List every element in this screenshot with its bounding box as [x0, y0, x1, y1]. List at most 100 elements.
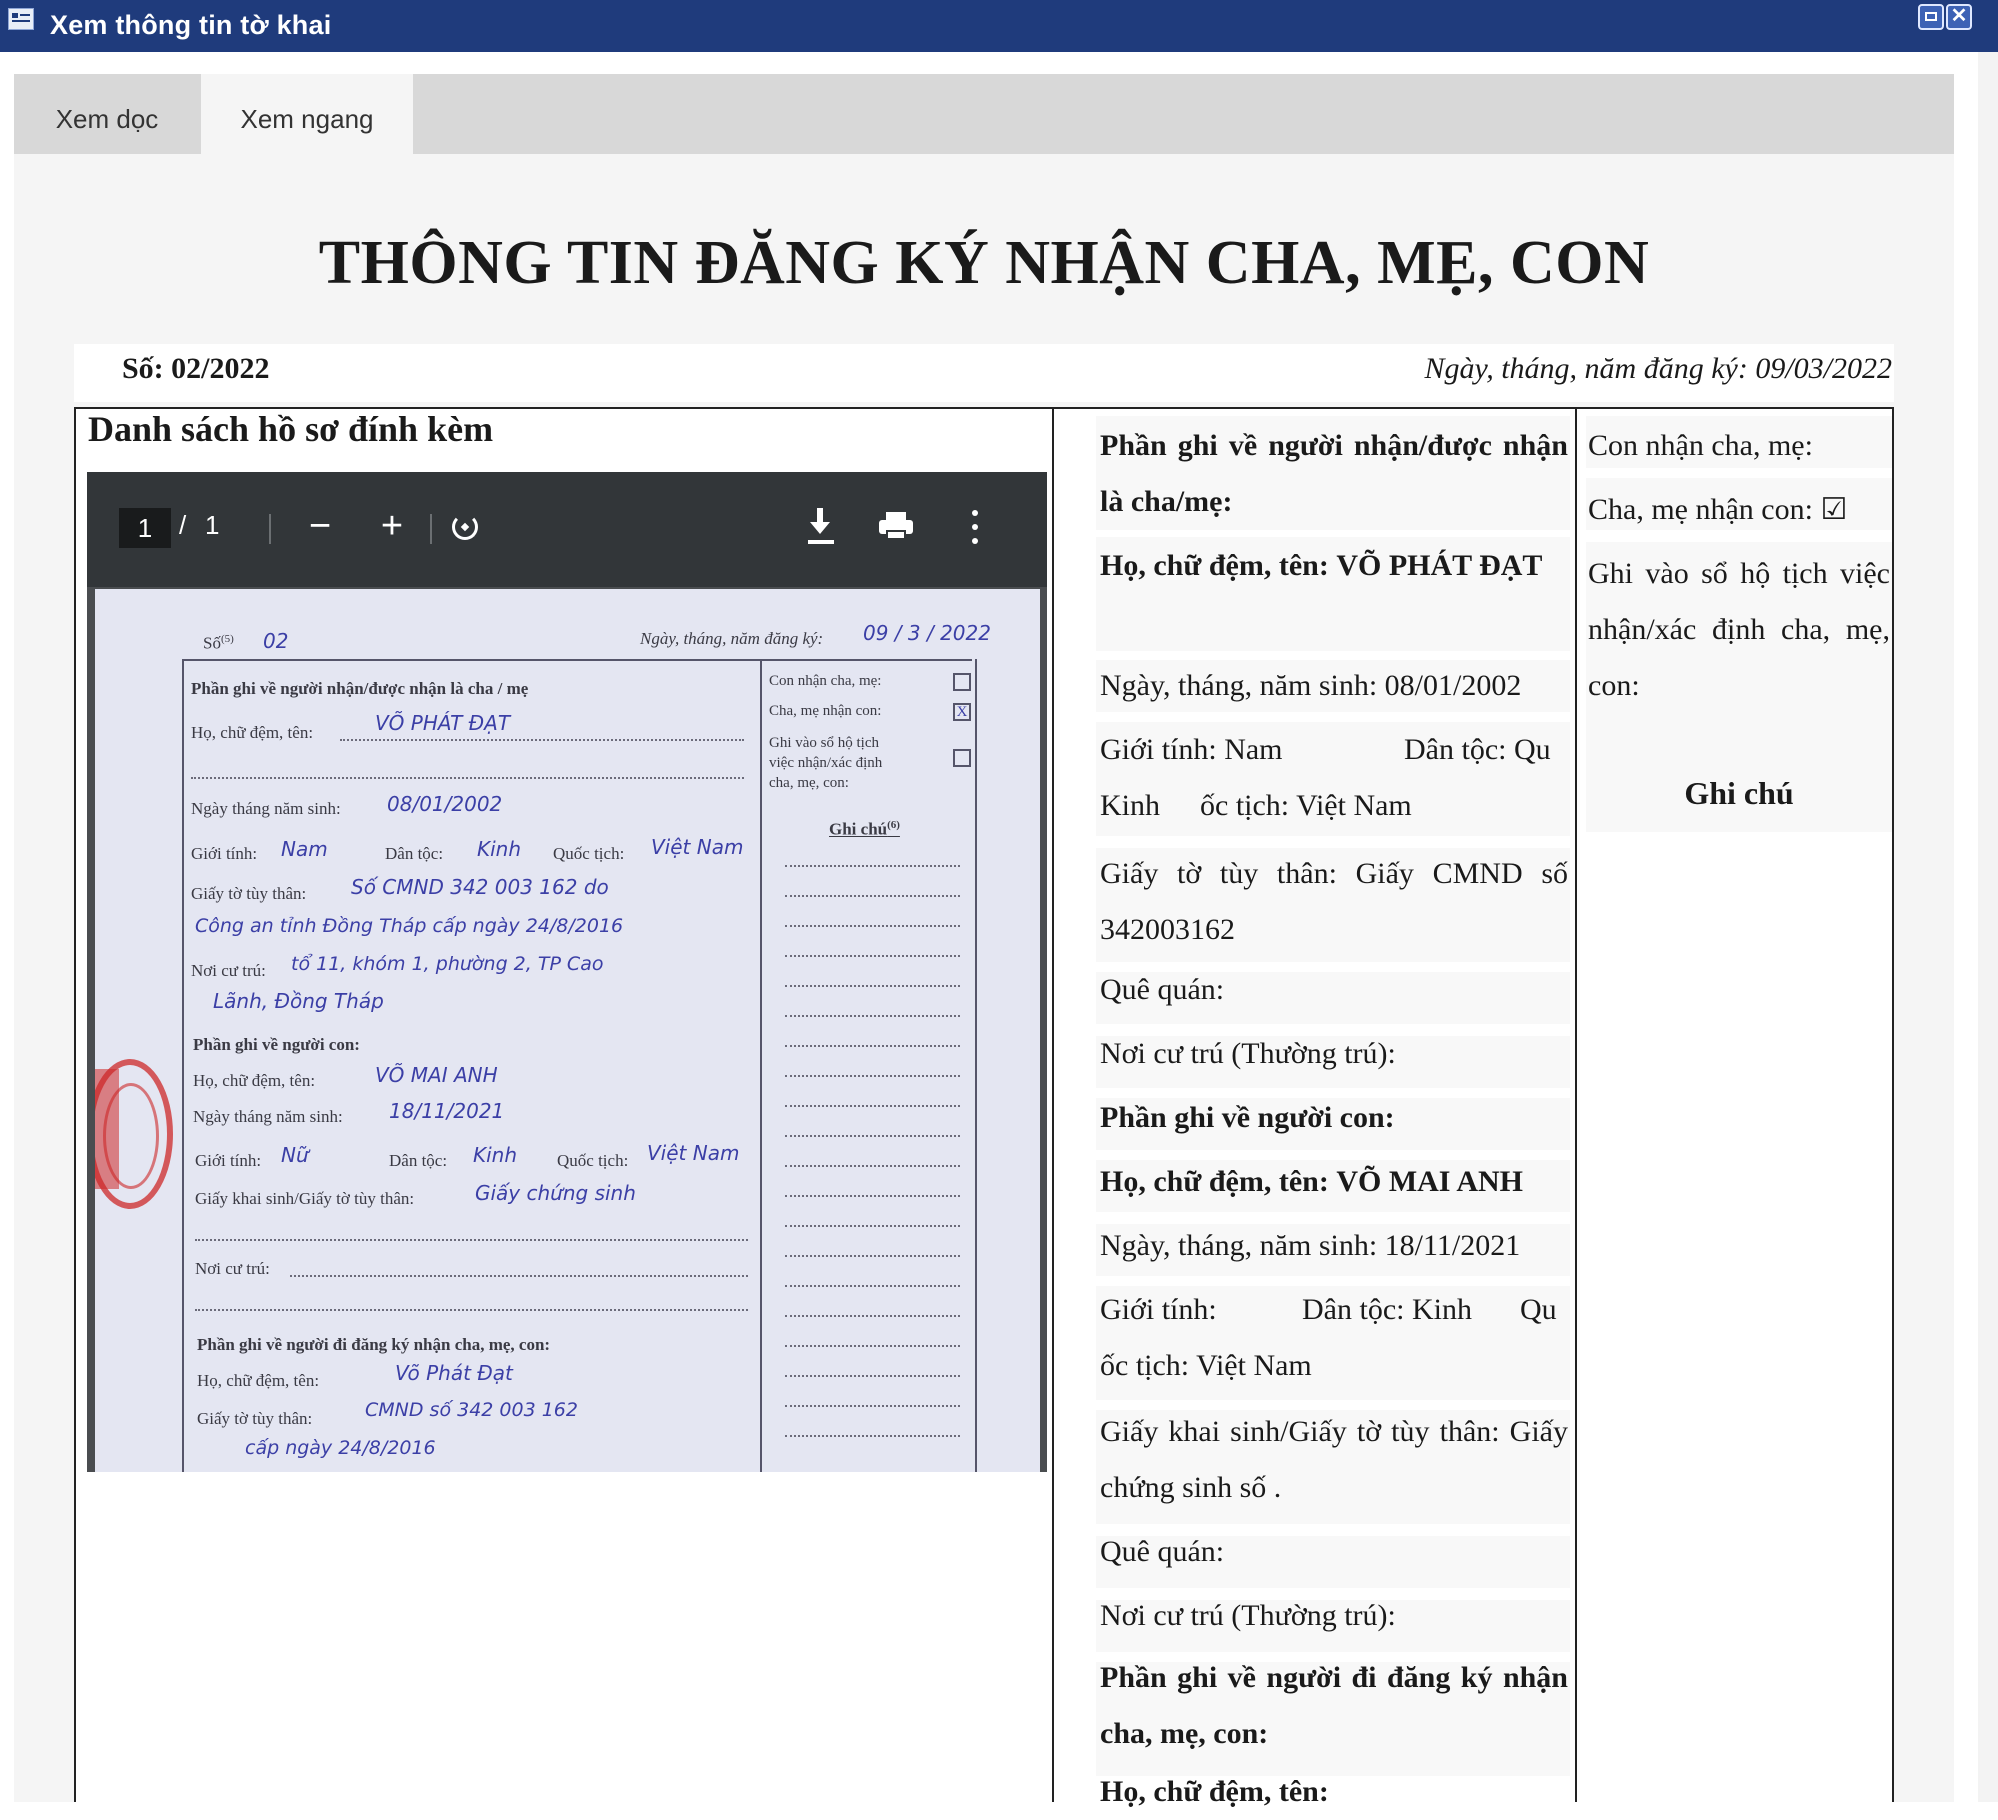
tab-xem-ngang[interactable]: Xem ngang: [201, 74, 413, 154]
parent-birthdate: Ngày, tháng, năm sinh: 08/01/2002: [1100, 669, 1522, 702]
scan-dotted-line: [785, 865, 960, 867]
child-gender-ethnicity: Giới tính: Dân tộc: Kinh Qu ốc tịch: Việt N…: [1100, 1282, 1568, 1394]
app-form-icon: [8, 8, 34, 30]
scan-ghi-chu-text: Ghi chú: [829, 819, 888, 839]
scan-handwriting: tổ 11, khóm 1, phường 2, TP Cao: [291, 953, 604, 975]
download-icon[interactable]: [805, 508, 835, 546]
document-title: THÔNG TIN ĐĂNG KÝ NHẬN CHA, MẸ, CON: [318, 229, 1650, 297]
red-stamp-edge: [95, 1069, 119, 1189]
scan-label: Giới tính:: [191, 844, 258, 863]
child-nationality: ốc tịch: Việt Nam: [1100, 1349, 1312, 1382]
window-scrollbar[interactable]: [1978, 52, 1998, 1802]
scan-handwriting: Việt Nam: [651, 835, 744, 859]
scan-dotted-line: [785, 985, 960, 987]
scan-handwriting: VÕ MAI ANH: [375, 1063, 498, 1087]
parent-nationality: ốc tịch: Việt Nam: [1200, 789, 1412, 822]
parent-name-value: VÕ PHÁT ĐẠT: [1336, 549, 1543, 582]
view-tabs: Xem dọc Xem ngang: [14, 74, 1954, 154]
registrant-name-label: Họ, chữ đệm, tên:: [1100, 1775, 1329, 1808]
registrant-section-heading: Phần ghi về người đi đăng ký nhận cha, m…: [1100, 1661, 1568, 1750]
child-gender: Giới tính:: [1100, 1293, 1217, 1326]
scan-label: Dân tộc:: [385, 844, 444, 863]
scan-label: Giấy tờ tùy thân:: [197, 1409, 313, 1428]
registration-number: Số: 02/2022: [122, 352, 270, 385]
scan-section-registrant: Phần ghi về người đi đăng ký nhận cha, m…: [197, 1335, 551, 1354]
scan-right-label: cha, mẹ, con:: [769, 775, 849, 791]
scan-handwriting: Giấy chứng sinh: [475, 1181, 636, 1205]
scan-label: Quốc tịch:: [553, 844, 625, 863]
scan-dotted-line: [785, 1225, 960, 1227]
child-section-heading: Phần ghi về người con:: [1100, 1101, 1395, 1134]
scan-right-label: Con nhận cha, mẹ:: [769, 673, 882, 689]
scan-frame-line: [975, 659, 977, 1472]
scan-date-label: Ngày, tháng, năm đăng ký:: [640, 629, 824, 648]
scan-label: Nơi cư trú:: [195, 1259, 270, 1278]
scan-right-label: việc nhận/xác định: [769, 755, 883, 771]
parent-gender-ethnicity: Giới tính: Nam Dân tộc: Qu Kinh ốc tịch: Vi…: [1100, 722, 1568, 834]
scan-label: Giới tính:: [195, 1151, 262, 1170]
scan-handwriting: Công an tỉnh Đồng Tháp cấp ngày 24/8/201…: [195, 915, 624, 937]
zoom-out-icon[interactable]: −: [300, 500, 340, 552]
scan-label: Giấy tờ tùy thân:: [191, 884, 307, 903]
scan-dotted-line: [785, 1285, 960, 1287]
scan-checkbox-checked: X: [953, 703, 971, 721]
close-icon[interactable]: ✕: [1946, 4, 1972, 30]
child-name: Họ, chữ đệm, tên: VÕ MAI ANH: [1100, 1154, 1568, 1210]
print-icon[interactable]: [879, 512, 913, 540]
scan-right-label: Cha, mẹ nhận con:: [769, 703, 882, 719]
child-birth-certificate: Giấy khai sinh/Giấy tờ tùy thân: Giấy ch…: [1100, 1415, 1568, 1504]
zoom-in-icon[interactable]: +: [372, 500, 412, 552]
scan-ghi-chu-sup: (6): [887, 819, 900, 831]
scan-section-parent: Phần ghi về người nhận/được nhận là cha …: [191, 679, 529, 698]
page-number-input[interactable]: 1: [119, 508, 171, 548]
scan-frame-line: [182, 659, 184, 1472]
scan-handwriting: 08/01/2002: [387, 792, 503, 816]
parent-recognizes-child: Cha, mẹ nhận con: ☑: [1588, 493, 1848, 526]
scan-dotted-line: [785, 955, 960, 957]
scan-dotted-line: [195, 1239, 748, 1241]
scan-handwriting: VÕ PHÁT ĐẠT: [375, 711, 511, 735]
scan-so-value: 02: [263, 629, 289, 653]
scan-dotted-line: [785, 1015, 960, 1017]
scan-dotted-line: [785, 925, 960, 927]
child-residence: Nơi cư trú (Thường trú):: [1100, 1599, 1396, 1632]
scan-ghi-chu: Ghi chú(6): [829, 819, 900, 840]
parent-name: Họ, chữ đệm, tên: VÕ PHÁT ĐẠT: [1100, 538, 1568, 594]
scan-label: Họ, chữ đệm, tên:: [191, 723, 314, 742]
scan-label: Ngày tháng năm sinh:: [191, 799, 341, 818]
notes-heading: Ghi chú: [1684, 775, 1794, 811]
scan-dotted-line: [785, 1435, 960, 1437]
scan-label: Họ, chữ đệm, tên:: [193, 1071, 316, 1090]
scan-dotted-line: [191, 777, 744, 779]
scan-dotted-line: [785, 1045, 960, 1047]
scan-handwriting: Nữ: [281, 1143, 309, 1167]
parent-ethnicity-kinh: Kinh: [1100, 789, 1160, 822]
more-options-icon[interactable]: [971, 510, 979, 544]
scan-dotted-line: [785, 895, 960, 897]
scan-frame-line: [182, 659, 972, 661]
scan-so-sup: (5): [220, 633, 234, 645]
child-name-label: Họ, chữ đệm, tên:: [1100, 1165, 1329, 1198]
scan-handwriting: cấp ngày 24/8/2016: [245, 1437, 436, 1459]
page-separator: /: [179, 510, 187, 540]
tab-xem-doc[interactable]: Xem dọc: [14, 74, 200, 154]
attachments-heading: Danh sách hồ sơ đính kèm: [88, 409, 494, 449]
scan-section-child: Phần ghi về người con:: [193, 1035, 360, 1054]
toolbar-divider: [269, 514, 271, 544]
parent-ethnicity: Dân tộc: Qu: [1404, 733, 1551, 766]
scan-frame-line: [760, 659, 762, 1472]
scan-handwriting: Số CMND 342 003 162 do: [351, 875, 609, 899]
scan-checkbox: [953, 673, 971, 691]
parent-hometown: Quê quán:: [1100, 973, 1225, 1006]
scan-dotted-line: [785, 1075, 960, 1077]
scan-handwriting: 18/11/2021: [389, 1099, 505, 1123]
scan-dotted-line: [785, 1105, 960, 1107]
parent-id-document: Giấy tờ tùy thân: Giấy CMND số 342003162: [1100, 857, 1568, 946]
scan-handwriting: Việt Nam: [647, 1141, 740, 1165]
rotate-icon[interactable]: [452, 514, 478, 540]
scan-label: Dân tộc:: [389, 1151, 448, 1170]
scan-dotted-line: [785, 1255, 960, 1257]
parent-section-heading: Phần ghi về người nhận/được nhận là cha/…: [1100, 429, 1568, 518]
scan-dotted-line: [785, 1345, 960, 1347]
maximize-icon[interactable]: [1918, 4, 1944, 30]
